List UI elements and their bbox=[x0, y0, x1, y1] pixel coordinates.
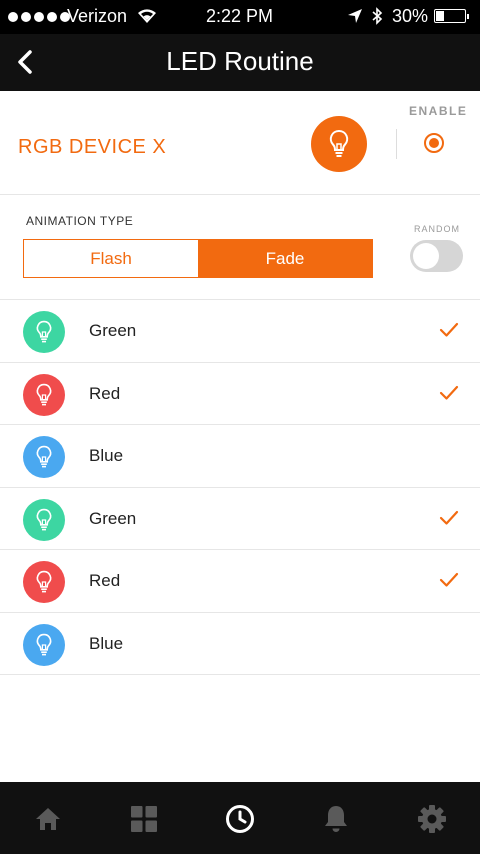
color-bulb-icon bbox=[23, 436, 65, 478]
random-label: RANDOM bbox=[414, 224, 460, 234]
animation-type-segmented-control: Flash Fade bbox=[23, 239, 373, 278]
color-bulb-icon bbox=[23, 311, 65, 353]
list-item[interactable]: Red bbox=[0, 550, 480, 613]
color-bulb-icon bbox=[23, 373, 65, 416]
fade-segment[interactable]: Fade bbox=[198, 240, 372, 277]
color-list: Green Red Blue Green Red Blue bbox=[0, 300, 480, 675]
carrier-label: Verizon bbox=[67, 6, 128, 26]
tab-settings[interactable] bbox=[417, 804, 447, 834]
animation-type-section: ANIMATION TYPE Flash Fade RANDOM bbox=[0, 195, 480, 300]
battery-percent: 30% bbox=[392, 6, 429, 26]
status-bar: Verizon 2:22 PM 30% bbox=[0, 0, 480, 34]
list-item[interactable]: Green bbox=[0, 488, 480, 550]
list-item-label: Red bbox=[89, 571, 121, 590]
gear-icon bbox=[418, 805, 446, 833]
tab-schedule[interactable] bbox=[225, 804, 255, 834]
list-item[interactable]: Green bbox=[0, 300, 480, 363]
list-item-label: Green bbox=[89, 321, 137, 340]
enable-radio[interactable] bbox=[424, 133, 444, 153]
checkmark-icon bbox=[439, 572, 459, 588]
device-bulb-button[interactable] bbox=[311, 116, 367, 172]
toggle-knob bbox=[413, 243, 439, 269]
wifi-icon bbox=[138, 9, 156, 23]
color-bulb-icon bbox=[23, 623, 65, 666]
home-icon bbox=[36, 808, 60, 830]
clock-time: 2:22 PM bbox=[206, 6, 274, 26]
clock-icon bbox=[226, 805, 254, 833]
list-item-label: Green bbox=[89, 508, 137, 528]
checkmark-icon bbox=[439, 385, 459, 401]
battery-icon bbox=[434, 9, 469, 23]
list-item-label: Red bbox=[89, 383, 121, 403]
bluetooth-icon bbox=[372, 7, 383, 25]
device-name: RGB DEVICE X bbox=[18, 136, 167, 158]
bell-icon bbox=[325, 806, 347, 832]
list-item-label: Blue bbox=[89, 446, 124, 465]
enable-label: ENABLE bbox=[409, 104, 468, 118]
flash-segment[interactable]: Flash bbox=[24, 240, 198, 277]
list-item[interactable]: Red bbox=[0, 363, 480, 425]
color-bulb-icon bbox=[23, 498, 65, 541]
divider bbox=[396, 129, 397, 159]
signal-strength-icon bbox=[8, 12, 70, 22]
tab-home[interactable] bbox=[33, 804, 63, 834]
checkmark-icon bbox=[439, 510, 459, 526]
color-bulb-icon bbox=[23, 561, 65, 603]
tab-bar bbox=[0, 782, 480, 854]
page-title: LED Routine bbox=[166, 46, 314, 76]
device-row: RGB DEVICE X ENABLE bbox=[0, 91, 480, 195]
list-item-label: Blue bbox=[89, 633, 124, 653]
tab-notifications[interactable] bbox=[321, 804, 351, 834]
list-item[interactable]: Blue bbox=[0, 425, 480, 488]
checkmark-icon bbox=[439, 322, 459, 338]
navigation-bar: LED Routine bbox=[0, 34, 480, 91]
random-toggle[interactable] bbox=[410, 240, 463, 272]
tab-grid[interactable] bbox=[129, 804, 159, 834]
location-arrow-icon bbox=[348, 9, 362, 23]
lightbulb-icon bbox=[329, 129, 349, 157]
animation-type-label: ANIMATION TYPE bbox=[26, 214, 134, 228]
list-item[interactable]: Blue bbox=[0, 613, 480, 675]
grid-icon bbox=[131, 806, 157, 832]
